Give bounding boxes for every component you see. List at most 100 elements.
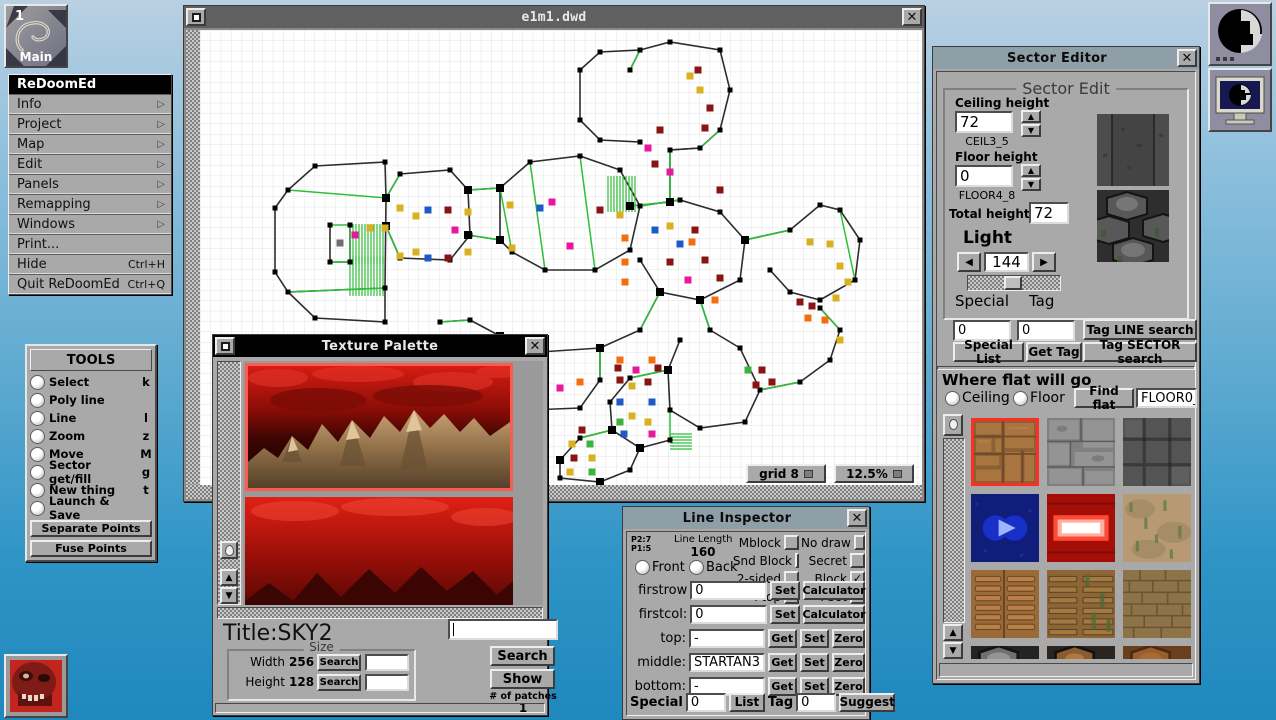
flag-checkbox[interactable] [850,553,865,568]
row-set-button[interactable]: Set [770,581,800,600]
ceiling-radio-icon[interactable] [945,390,960,406]
light-increase-icon[interactable]: ▶ [1032,252,1056,272]
ceiling-down-icon[interactable]: ▼ [1021,124,1041,137]
floor-destination-radio[interactable]: Floor [1013,390,1065,406]
texture-show-button[interactable]: Show [490,669,555,689]
flat-cell-flat-green-panel[interactable] [1047,570,1115,638]
close-icon[interactable]: ✕ [525,337,545,355]
floor-up-icon[interactable]: ▲ [1021,164,1041,177]
flat-cell-flat-brown-hex[interactable] [1123,644,1191,659]
special-list-button[interactable]: Special List [953,338,1024,366]
line-special-input[interactable]: 0 [685,692,726,712]
sector-editor-titlebar[interactable]: Sector Editor ✕ [933,47,1199,69]
tool-select[interactable]: Select k [30,373,152,391]
flag-checkbox[interactable] [853,535,865,550]
menu-item-panels[interactable]: Panels ▷ [9,174,171,194]
row-get-button[interactable]: Get [767,629,797,648]
flag-no-draw[interactable]: No draw [801,534,865,551]
texture-scrollbar-thumb[interactable] [220,541,238,559]
row-zero-button[interactable]: Zero [831,653,865,672]
close-icon[interactable]: ✕ [902,8,922,26]
floor-flat-preview[interactable] [1088,190,1184,268]
flats-grid[interactable] [967,414,1191,659]
flat-cell-flat-blue-computer[interactable] [971,494,1039,562]
special-list-button[interactable]: List [728,692,765,712]
flag-snd-block[interactable]: Snd Block [733,552,799,569]
minimize-icon[interactable] [215,337,235,355]
flats-scroll-up-icon[interactable]: ▲ [943,624,963,641]
flats-scroll-down-icon[interactable]: ▼ [943,642,963,659]
texture-scrollbar[interactable]: ▲ ▼ [217,361,241,605]
width-input[interactable] [365,654,409,671]
texture-thumb-sky2[interactable] [245,363,520,491]
tool-launch-save[interactable]: Launch & Save [30,494,152,522]
flat-cell-flat-grey-stone[interactable] [1047,418,1115,486]
flat-cell-flat-dark-metal[interactable] [1123,418,1191,486]
tool-sector-get-fill[interactable]: Sector get/fill g [30,458,152,486]
row-set-button[interactable]: Set [799,629,829,648]
light-decrease-icon[interactable]: ◀ [957,252,981,272]
find-flat-button[interactable]: Find flat [1074,384,1134,412]
close-icon[interactable]: ✕ [1177,49,1197,67]
flat-cell-flat-grey-hex[interactable] [971,644,1039,659]
menu-item-edit[interactable]: Edit ▷ [9,154,171,174]
row-input[interactable]: 0 [690,605,768,624]
line-tag-input[interactable]: 0 [796,692,837,712]
row-input[interactable]: - [689,629,765,648]
line-inspector-titlebar[interactable]: Line Inspector ✕ [623,507,869,529]
light-value-input[interactable]: 144 [984,252,1029,272]
light-slider-thumb[interactable] [1004,276,1022,290]
menu-item-hide[interactable]: Hide Ctrl+H [9,254,171,274]
grid-size-control[interactable]: grid 8 [746,464,826,483]
texture-hscrollbar[interactable] [217,607,543,619]
back-radio-icon[interactable] [689,560,704,575]
fuse-points-button[interactable]: Fuse Points [30,540,152,557]
preview-icon[interactable] [1208,68,1272,132]
row-input[interactable]: STARTAN3 [689,653,765,672]
floor-radio-icon[interactable] [1013,390,1028,406]
tool-radio-icon[interactable] [30,500,45,516]
grid-dropdown-icon[interactable] [803,469,813,478]
tool-radio-icon[interactable] [30,482,45,498]
texture-resize-bar[interactable] [215,703,545,713]
close-icon[interactable]: ✕ [847,509,867,527]
minimize-icon[interactable] [186,8,206,26]
tool-radio-icon[interactable] [30,374,45,390]
front-radio-icon[interactable] [635,560,650,575]
texture-search-button[interactable]: Search [490,646,555,666]
texture-list[interactable] [243,361,543,605]
flats-scrollbar-thumb[interactable] [943,414,963,436]
menu-item-project[interactable]: Project ▷ [9,114,171,134]
ceiling-height-input[interactable]: 72 [955,111,1013,133]
tag-sector-search-button[interactable]: Tag SECTOR search [1083,338,1197,366]
find-flat-input[interactable]: FLOOR0_1 [1136,388,1197,408]
flat-cell-flat-mossy-tan[interactable] [1123,494,1191,562]
texture-thumb-secondary[interactable] [245,497,519,605]
row-set-button[interactable]: Set [770,605,800,624]
get-tag-button[interactable]: Get Tag [1026,342,1082,362]
ceiling-flat-preview[interactable] [1097,114,1169,186]
row-calculator-button[interactable]: Calculator [802,581,866,600]
texture-search-input[interactable] [448,619,558,640]
ceiling-destination-radio[interactable]: Ceiling [945,390,1010,406]
flats-scrollbar[interactable]: ▲ ▼ [941,414,965,659]
flat-cell-flat-brown-panel[interactable] [971,570,1039,638]
row-set-button[interactable]: Set [799,653,829,672]
tool-radio-icon[interactable] [30,428,45,444]
flag-mblock[interactable]: Mblock [735,534,799,551]
doom-face-icon[interactable] [4,654,68,718]
suggest-button[interactable]: Suggest [839,692,896,712]
tag-line-search-button[interactable]: Tag LINE search [1083,319,1197,340]
floor-height-input[interactable]: 0 [955,165,1013,187]
row-get-button[interactable]: Get [767,653,797,672]
texture-palette-titlebar[interactable]: Texture Palette ✕ [213,335,547,357]
zoom-dropdown-icon[interactable] [892,469,902,478]
menu-item-info[interactable]: Info ▷ [9,94,171,114]
width-search-button[interactable]: Search [317,654,361,671]
zoom-level-control[interactable]: 12.5% [834,464,914,483]
total-height-input[interactable]: 72 [1029,202,1069,224]
tool-radio-icon[interactable] [30,464,45,480]
flat-cell-flat-brown-brick[interactable] [971,418,1039,486]
height-search-button[interactable]: Search [317,674,361,691]
separate-points-button[interactable]: Separate Points [30,520,152,537]
